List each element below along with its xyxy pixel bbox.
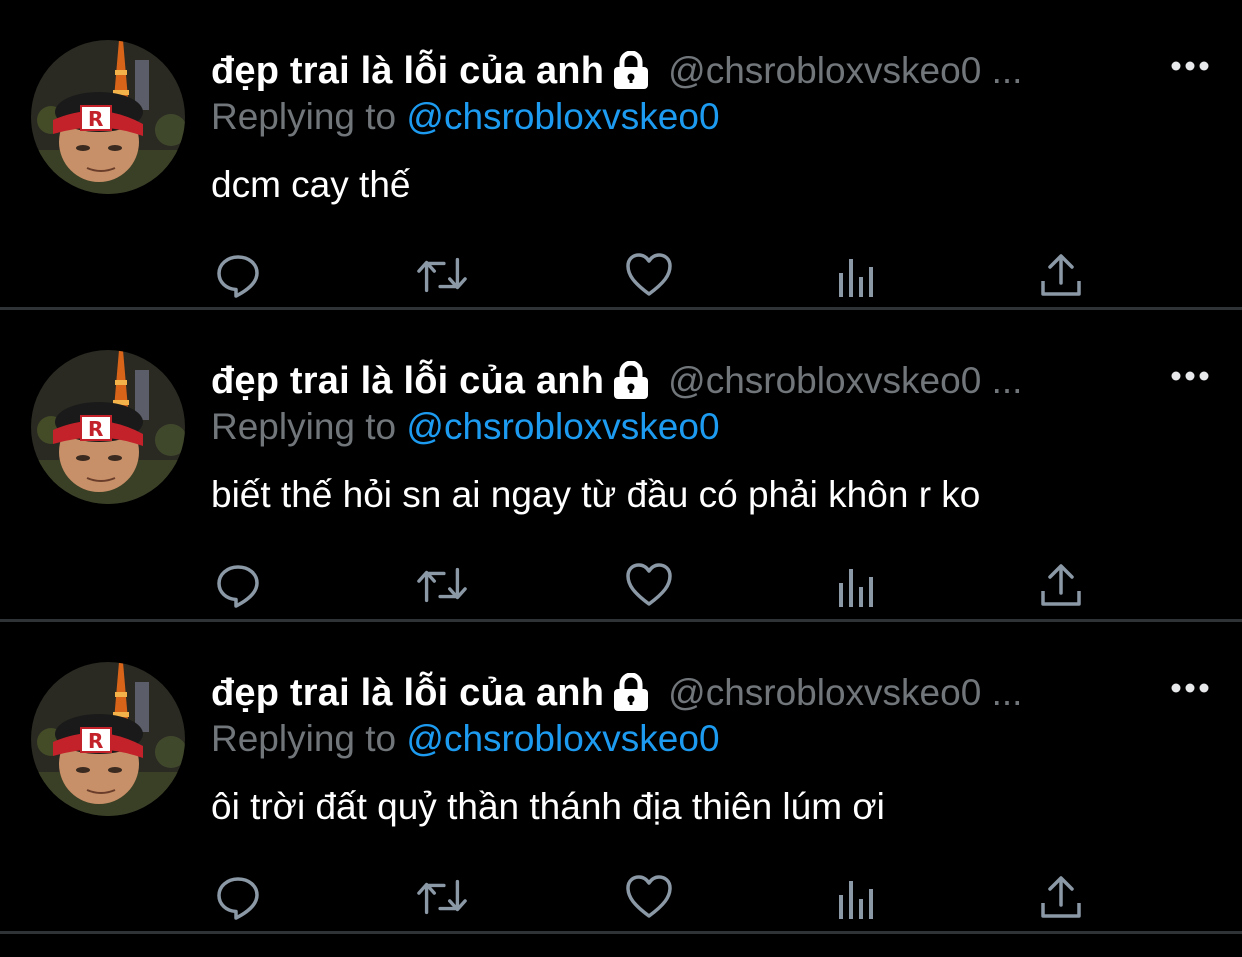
svg-text:R: R <box>88 417 103 441</box>
replying-prefix: Replying to <box>211 718 407 759</box>
svg-text:R: R <box>88 107 103 131</box>
more-horizontal-icon[interactable] <box>1170 58 1210 74</box>
lock-icon <box>610 672 652 713</box>
more-horizontal-icon[interactable] <box>1170 368 1210 384</box>
reply-icon[interactable] <box>212 250 264 300</box>
share-icon[interactable] <box>1035 872 1087 922</box>
share-icon[interactable] <box>1035 560 1087 610</box>
replying-to-line: Replying to @chsrobloxvskeo0 <box>211 718 720 760</box>
tweet-text: biết thế hỏi sn ai ngay từ đầu có phải k… <box>211 474 981 515</box>
display-name[interactable]: đẹp trai là lỗi của anh <box>211 672 604 715</box>
tweet[interactable]: R đẹp trai là lỗi của anh @chsrobloxvske… <box>0 0 1242 310</box>
lock-icon <box>610 50 652 91</box>
tweet-text: dcm cay thế <box>211 164 411 205</box>
lock-icon <box>610 360 652 401</box>
timeline: R đẹp trai là lỗi của anh @chsrobloxvske… <box>0 0 1242 957</box>
retweet-icon[interactable] <box>416 560 468 610</box>
handle[interactable]: @chsrobloxvskeo0 ... <box>668 360 1022 402</box>
more-horizontal-icon[interactable] <box>1170 680 1210 696</box>
handle[interactable]: @chsrobloxvskeo0 ... <box>668 50 1022 92</box>
avatar[interactable]: R <box>31 662 185 816</box>
tweet-header: đẹp trai là lỗi của anh @chsrobloxvskeo0… <box>211 48 1182 94</box>
retweet-icon[interactable] <box>416 872 468 922</box>
replying-to-mention[interactable]: @chsrobloxvskeo0 <box>406 96 719 137</box>
tweet[interactable]: R đẹp trai là lỗi của anh @chsrobloxvske… <box>0 622 1242 934</box>
avatar-image: R <box>31 662 185 816</box>
avatar-image: R <box>31 40 185 194</box>
replying-to-mention[interactable]: @chsrobloxvskeo0 <box>406 406 719 447</box>
action-bar <box>0 560 1242 610</box>
avatar[interactable]: R <box>31 350 185 504</box>
retweet-icon[interactable] <box>416 250 468 300</box>
heart-icon[interactable] <box>623 872 675 922</box>
action-bar <box>0 872 1242 922</box>
avatar-image: R <box>31 350 185 504</box>
heart-icon[interactable] <box>623 250 675 300</box>
tweet-text: ôi trời đất quỷ thần thánh địa thiên lúm… <box>211 786 885 827</box>
replying-to-mention[interactable]: @chsrobloxvskeo0 <box>406 718 719 759</box>
analytics-icon[interactable] <box>830 560 882 610</box>
action-bar <box>0 250 1242 300</box>
replying-prefix: Replying to <box>211 406 407 447</box>
analytics-icon[interactable] <box>830 872 882 922</box>
tweet[interactable]: R đẹp trai là lỗi của anh @chsrobloxvske… <box>0 310 1242 622</box>
svg-text:R: R <box>88 729 103 753</box>
replying-to-line: Replying to @chsrobloxvskeo0 <box>211 96 720 138</box>
replying-to-line: Replying to @chsrobloxvskeo0 <box>211 406 720 448</box>
heart-icon[interactable] <box>623 560 675 610</box>
tweet-header: đẹp trai là lỗi của anh @chsrobloxvskeo0… <box>211 358 1182 404</box>
share-icon[interactable] <box>1035 250 1087 300</box>
analytics-icon[interactable] <box>830 250 882 300</box>
handle[interactable]: @chsrobloxvskeo0 ... <box>668 672 1022 714</box>
avatar[interactable]: R <box>31 40 185 194</box>
display-name[interactable]: đẹp trai là lỗi của anh <box>211 360 604 403</box>
display-name[interactable]: đẹp trai là lỗi của anh <box>211 50 604 93</box>
tweet-header: đẹp trai là lỗi của anh @chsrobloxvskeo0… <box>211 670 1182 716</box>
replying-prefix: Replying to <box>211 96 407 137</box>
reply-icon[interactable] <box>212 560 264 610</box>
reply-icon[interactable] <box>212 872 264 922</box>
